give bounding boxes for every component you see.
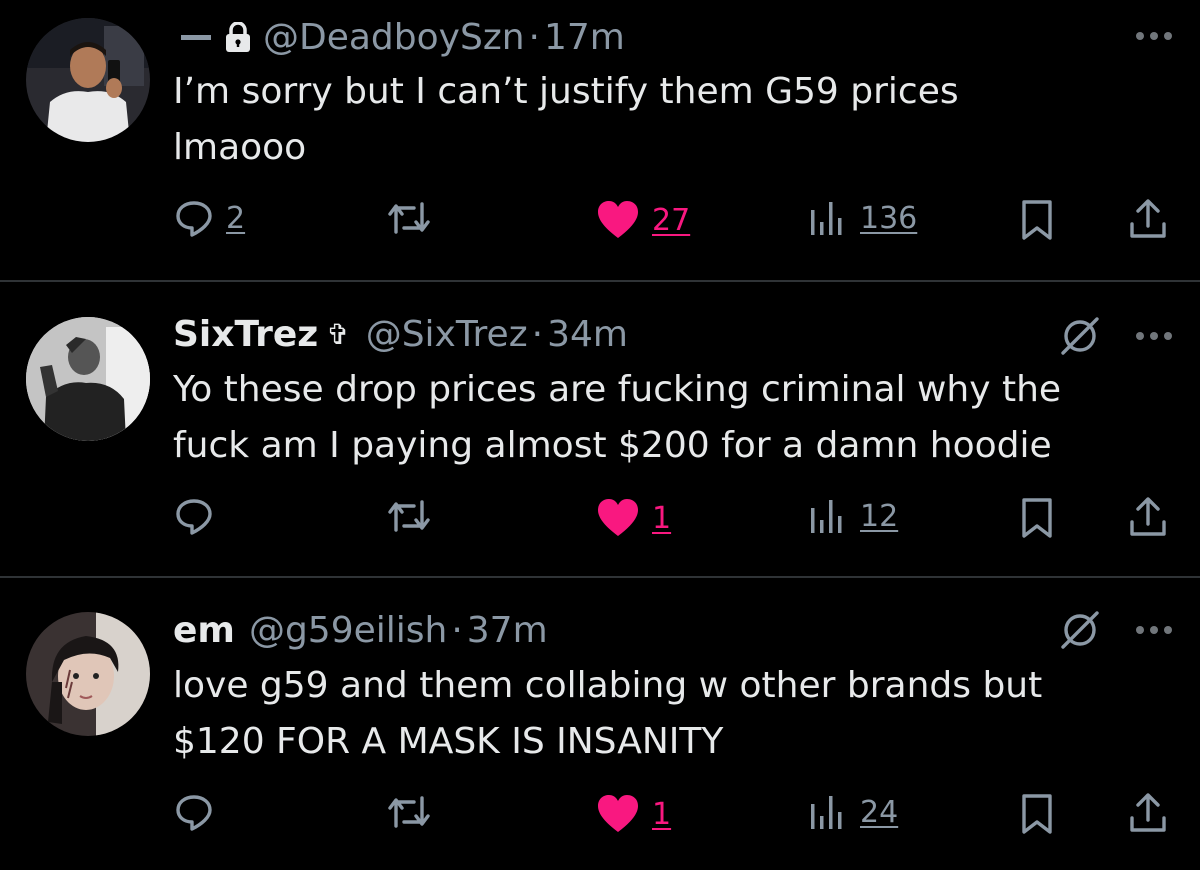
bookmark-button[interactable]	[1020, 794, 1054, 834]
like-count: 1	[652, 500, 672, 536]
more-icon[interactable]	[1136, 30, 1172, 42]
views-icon	[808, 794, 848, 830]
separator-dot: ·	[531, 313, 544, 355]
reply-button[interactable]: 2	[174, 198, 245, 238]
views-count: 136	[860, 200, 918, 236]
views-button[interactable]: 24	[808, 794, 898, 830]
user-handle[interactable]: @SixTrez	[366, 314, 528, 355]
cross-glyph: ✞	[326, 317, 350, 351]
avatar[interactable]	[26, 612, 150, 736]
reply-button[interactable]	[174, 792, 214, 832]
grok-icon[interactable]	[1060, 316, 1100, 356]
tweet-text: Yo these drop prices are fucking crimina…	[173, 362, 1173, 474]
heart-icon	[596, 498, 640, 538]
tweet-text-line: lmaooo	[173, 127, 307, 168]
timestamp[interactable]: 34m	[547, 314, 628, 355]
retweet-button[interactable]	[386, 794, 432, 830]
grok-icon[interactable]	[1060, 610, 1100, 650]
views-count: 24	[860, 794, 899, 830]
tweet-header: @DeadboySzn · 17m	[173, 15, 625, 59]
like-count: 27	[652, 202, 691, 238]
tweet-text-line: love g59 and them collabing w other bran…	[173, 665, 1043, 706]
reply-count: 2	[226, 200, 246, 236]
heart-icon	[596, 200, 640, 240]
display-name[interactable]: em	[173, 610, 235, 651]
avatar[interactable]	[26, 18, 150, 142]
retweet-icon	[386, 200, 432, 236]
views-button[interactable]: 136	[808, 200, 917, 236]
tweet-1: @DeadboySzn · 17m I’m sorry but I can’t …	[0, 0, 1200, 280]
heart-icon	[596, 794, 640, 834]
like-count: 1	[652, 796, 672, 832]
timestamp[interactable]: 37m	[467, 610, 548, 651]
tweet-header: SixTrez ✞ @SixTrez · 34m	[173, 312, 628, 356]
tweet-text-line: $120 FOR A MASK IS INSANITY	[173, 721, 724, 762]
retweet-button[interactable]	[386, 200, 432, 236]
display-name[interactable]: SixTrez	[173, 314, 318, 355]
retweet-icon	[386, 794, 432, 830]
like-button[interactable]: 1	[596, 498, 671, 538]
bookmark-icon	[1020, 200, 1054, 240]
share-icon	[1128, 198, 1168, 240]
views-icon	[808, 200, 848, 236]
retweet-icon	[386, 498, 432, 534]
views-icon	[808, 498, 848, 534]
user-handle[interactable]: @g59eilish	[249, 610, 447, 651]
tweet-3: em @g59eilish · 37m love g59 and them co…	[0, 578, 1200, 870]
views-count: 12	[860, 498, 899, 534]
like-button[interactable]: 1	[596, 794, 671, 834]
more-icon[interactable]	[1136, 624, 1172, 636]
user-handle[interactable]: @DeadboySzn	[263, 17, 525, 58]
bookmark-icon	[1020, 498, 1054, 538]
share-button[interactable]	[1128, 792, 1168, 834]
like-button[interactable]: 27	[596, 200, 690, 240]
tweet-text: I’m sorry but I can’t justify them G59 p…	[173, 64, 1173, 176]
bookmark-button[interactable]	[1020, 498, 1054, 538]
separator-dot: ·	[451, 609, 463, 651]
reply-icon	[174, 792, 214, 832]
minus-icon	[181, 34, 211, 40]
tweet-header: em @g59eilish · 37m	[173, 608, 548, 652]
views-button[interactable]: 12	[808, 498, 898, 534]
more-icon[interactable]	[1136, 330, 1172, 342]
bookmark-button[interactable]	[1020, 200, 1054, 240]
tweet-text-line: Yo these drop prices are fucking crimina…	[173, 369, 1062, 410]
retweet-button[interactable]	[386, 498, 432, 534]
share-icon	[1128, 496, 1168, 538]
share-icon	[1128, 792, 1168, 834]
tweet-text-line: I’m sorry but I can’t justify them G59 p…	[173, 71, 959, 112]
lock-icon	[225, 22, 251, 52]
tweet-2: SixTrez ✞ @SixTrez · 34m Yo these drop p…	[0, 282, 1200, 576]
tweet-text-line: fuck am I paying almost $200 for a damn …	[173, 425, 1052, 466]
bookmark-icon	[1020, 794, 1054, 834]
reply-icon	[174, 198, 214, 238]
tweet-text: love g59 and them collabing w other bran…	[173, 658, 1173, 770]
reply-icon	[174, 496, 214, 536]
timestamp[interactable]: 17m	[544, 17, 625, 58]
share-button[interactable]	[1128, 198, 1168, 240]
avatar[interactable]	[26, 317, 150, 441]
separator-dot: ·	[528, 16, 540, 58]
reply-button[interactable]	[174, 496, 214, 536]
share-button[interactable]	[1128, 496, 1168, 538]
